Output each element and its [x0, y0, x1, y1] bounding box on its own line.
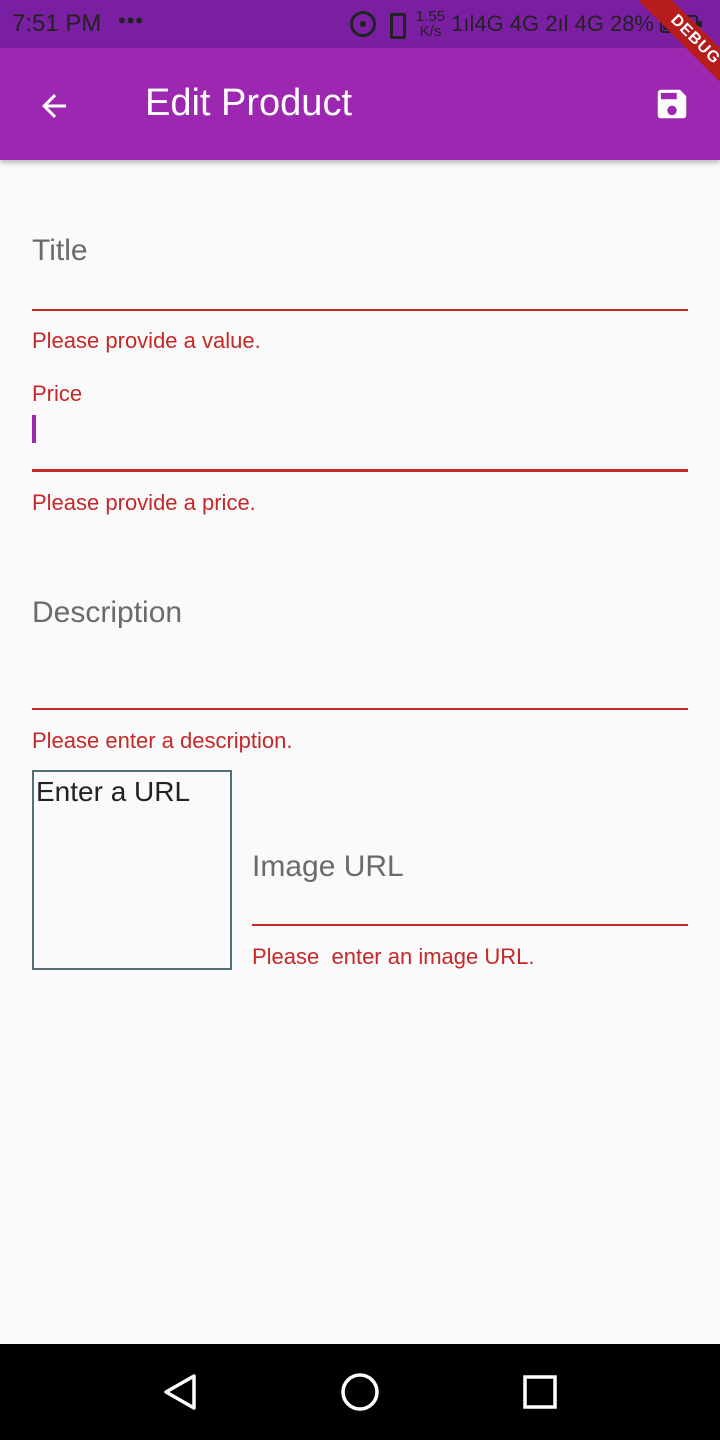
network-speed: 1.55 K/s — [416, 9, 445, 39]
save-icon — [657, 89, 687, 119]
title-error: Please provide a value. — [32, 328, 261, 353]
text-cursor — [32, 415, 36, 443]
image-preview-text: Enter a URL — [36, 776, 191, 807]
image-url-error: Please enter an image URL. — [252, 944, 535, 969]
nav-back-button[interactable] — [156, 1368, 204, 1416]
image-url-underline — [252, 924, 688, 926]
description-underline — [32, 708, 688, 710]
status-icons: 1.55 K/s 1ıl4G 4G 2ıl 4G 28% — [349, 6, 702, 42]
price-underline — [32, 469, 688, 472]
nav-recents-button[interactable] — [516, 1368, 564, 1416]
page-title: Edit Product — [145, 82, 352, 124]
description-error: Please enter a description. — [32, 728, 293, 753]
signal-indicator: 1ıl4G 4G 2ıl 4G — [451, 11, 604, 36]
app-bar: Edit Product — [0, 48, 720, 160]
hotspot-icon — [349, 11, 376, 37]
status-more-icon: ••• — [118, 8, 145, 33]
status-time: 7:51 PM — [12, 10, 102, 37]
vibrate-icon — [382, 11, 410, 39]
navigation-bar — [0, 1344, 720, 1440]
save-button[interactable] — [640, 72, 704, 136]
arrow-back-icon — [42, 94, 66, 118]
image-preview: Enter a URL — [32, 770, 232, 970]
title-label: Title — [32, 234, 88, 267]
title-underline — [32, 309, 688, 311]
nav-home-icon — [341, 1373, 379, 1411]
network-speed-unit: K/s — [419, 23, 442, 40]
image-url-label: Image URL — [252, 850, 404, 883]
status-bar: 7:51 PM ••• 1.55 K/s 1ıl4G 4G 2ıl 4G 28% — [0, 0, 720, 48]
description-label: Description — [32, 596, 183, 629]
battery-percent: 28% — [609, 11, 654, 36]
price-error: Please provide a price. — [32, 490, 256, 515]
nav-recents-icon — [523, 1375, 557, 1409]
back-button[interactable] — [20, 72, 84, 136]
nav-home-button[interactable] — [336, 1368, 384, 1416]
nav-back-icon — [164, 1374, 196, 1410]
price-label: Price — [32, 381, 83, 406]
